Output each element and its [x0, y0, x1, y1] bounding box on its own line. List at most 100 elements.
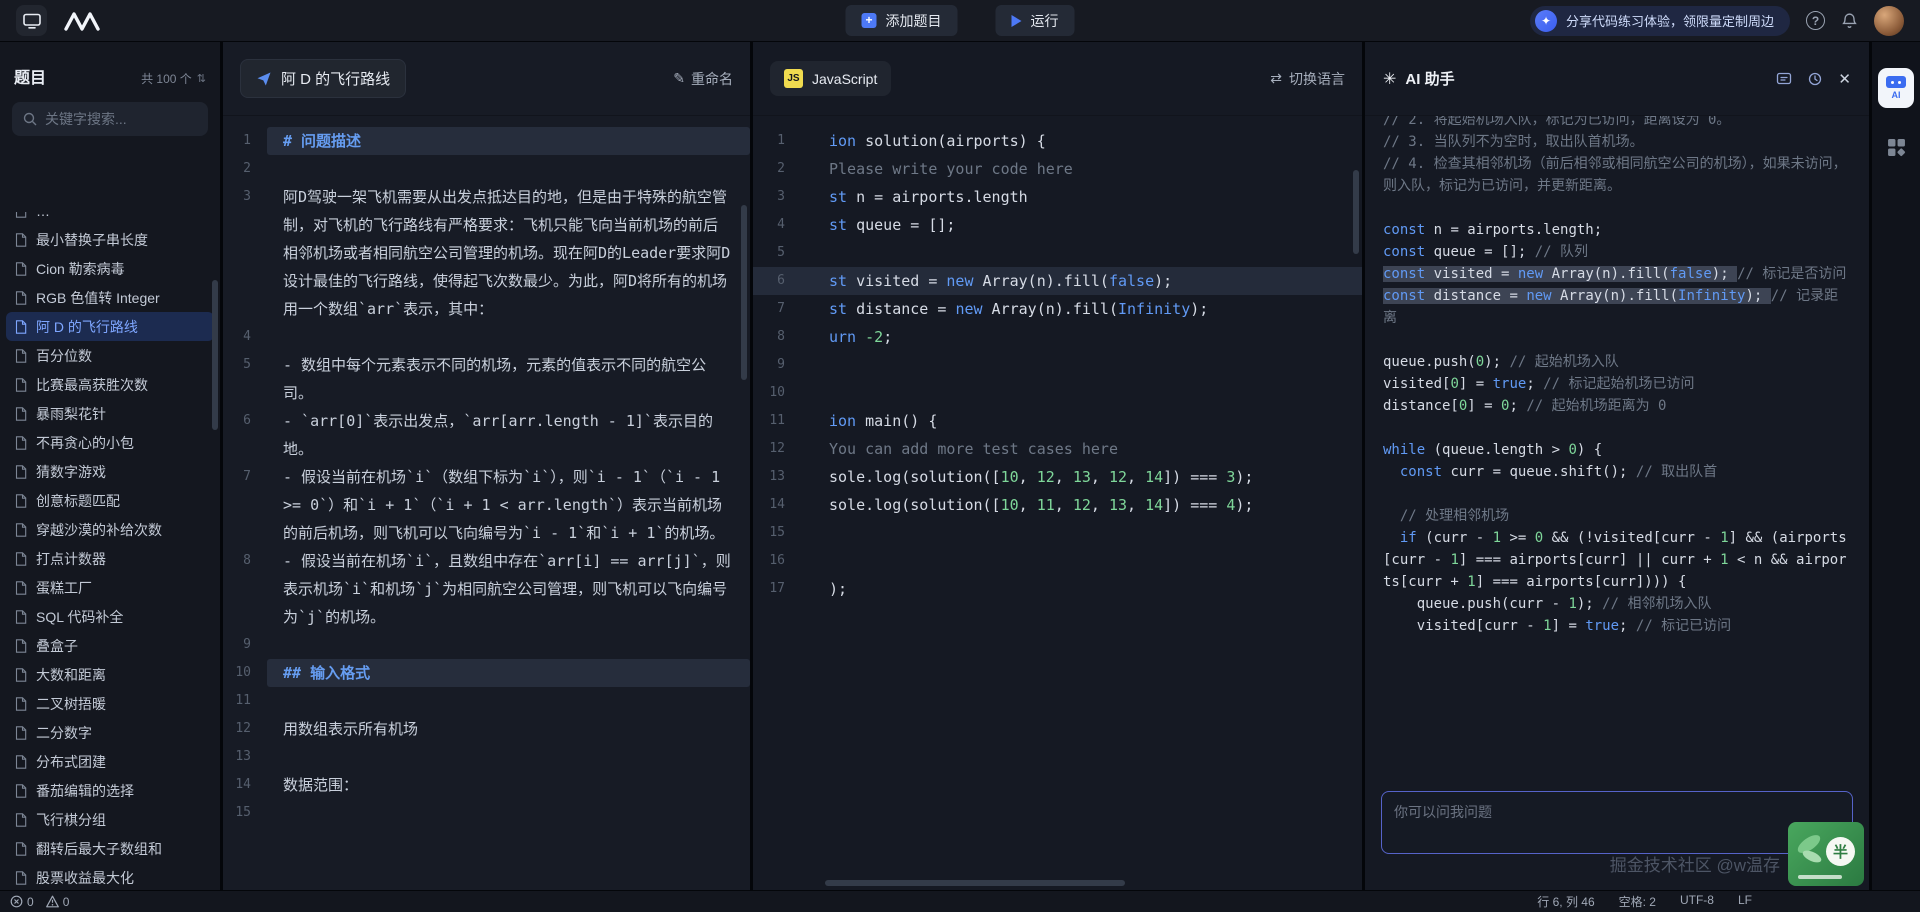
- markdown-line[interactable]: 14数据范围：: [223, 771, 750, 799]
- line-number: 9: [753, 351, 805, 379]
- history-icon[interactable]: [1807, 71, 1823, 87]
- code-text: sole.log(solution([10, 11, 12, 13, 14]) …: [805, 491, 1253, 519]
- markdown-line[interactable]: 8- 假设当前在机场`i`，且数组中存在`arr[i] == arr[j]`，则…: [223, 547, 750, 631]
- sidebar-item[interactable]: RGB 色值转 Integer: [6, 283, 214, 312]
- markdown-line[interactable]: 11: [223, 687, 750, 715]
- help-icon[interactable]: ?: [1806, 11, 1825, 30]
- markdown-text: [267, 743, 750, 771]
- sidebar-item[interactable]: 番茄编辑的选择: [6, 776, 214, 805]
- sidebar-item[interactable]: …: [6, 212, 214, 225]
- sidebar-item[interactable]: 飞行棋分组: [6, 805, 214, 834]
- sidebar-item[interactable]: 穿越沙漠的补给次数: [6, 515, 214, 544]
- markdown-text: - 假设当前在机场`i`（数组下标为`i`），则`i - 1`（`i - 1 >…: [267, 463, 750, 547]
- markdown-line[interactable]: 2: [223, 155, 750, 183]
- sidebar-item[interactable]: 二分数字: [6, 718, 214, 747]
- code-line[interactable]: 11ion main() {: [753, 407, 1362, 435]
- line-number: 1: [753, 127, 805, 155]
- sidebar-item[interactable]: 翻转后最大子数组和: [6, 834, 214, 863]
- editor-vertical-scrollbar[interactable]: [1353, 170, 1359, 254]
- problem-tab[interactable]: 阿 D 的飞行路线: [240, 59, 406, 98]
- code-line[interactable]: 2Please write your code here: [753, 155, 1362, 183]
- notifications-bell-icon[interactable]: [1841, 12, 1858, 29]
- markdown-line[interactable]: 5- 数组中每个元素表示不同的机场，元素的值表示不同的航空公司。: [223, 351, 750, 407]
- sidebar-item-label: 猜数字游戏: [36, 462, 106, 482]
- sidebar-item[interactable]: 不再贪心的小包: [6, 428, 214, 457]
- code-line[interactable]: 3st n = airports.length: [753, 183, 1362, 211]
- sidebar-item[interactable]: 猜数字游戏: [6, 457, 214, 486]
- sidebar-item[interactable]: 叠盒子: [6, 631, 214, 660]
- app-logo[interactable]: [16, 5, 47, 36]
- line-number: 12: [753, 435, 805, 463]
- code-line[interactable]: 10: [753, 379, 1362, 407]
- sidebar-item-label: 股票收益最大化: [36, 868, 134, 888]
- sidebar-item-label: 暴雨梨花针: [36, 404, 106, 424]
- code-line[interactable]: 5: [753, 239, 1362, 267]
- code-line[interactable]: 7st distance = new Array(n).fill(Infinit…: [753, 295, 1362, 323]
- sidebar-item[interactable]: 比赛最高获胜次数: [6, 370, 214, 399]
- sidebar-item[interactable]: 蛋糕工厂: [6, 573, 214, 602]
- sidebar-item[interactable]: 打点计数器: [6, 544, 214, 573]
- code-text: [805, 519, 829, 547]
- user-avatar[interactable]: [1874, 6, 1904, 36]
- code-line[interactable]: 14sole.log(solution([10, 11, 12, 13, 14]…: [753, 491, 1362, 519]
- markdown-line[interactable]: 10## 输入格式: [223, 659, 750, 687]
- code-line[interactable]: 15: [753, 519, 1362, 547]
- rename-button[interactable]: ✎ 重命名: [673, 69, 733, 89]
- plugins-icon[interactable]: [1887, 138, 1906, 162]
- code-line[interactable]: 17);: [753, 575, 1362, 603]
- markdown-line[interactable]: 13: [223, 743, 750, 771]
- sidebar-item[interactable]: 创意标题匹配: [6, 486, 214, 515]
- markdown-line[interactable]: 9: [223, 631, 750, 659]
- markdown-line[interactable]: 4: [223, 323, 750, 351]
- sidebar-item[interactable]: 分布式团建: [6, 747, 214, 776]
- code-line[interactable]: 6st visited = new Array(n).fill(false);: [753, 267, 1362, 295]
- code-content[interactable]: 1ion solution(airports) {2Please write y…: [753, 116, 1362, 890]
- markdown-content[interactable]: 1# 问题描述23阿D驾驶一架飞机需要从出发点抵达目的地，但是由于特殊的航空管制…: [223, 116, 750, 890]
- sidebar-item-label: 打点计数器: [36, 549, 106, 569]
- sort-icon[interactable]: ⇅: [197, 72, 206, 85]
- switch-language-button[interactable]: ⇄ 切换语言: [1270, 69, 1345, 89]
- markdown-text: [267, 799, 750, 827]
- problem-scrollbar[interactable]: [741, 205, 747, 380]
- language-tab[interactable]: JS JavaScript: [770, 61, 891, 96]
- markdown-line[interactable]: 6- `arr[0]`表示出发点，`arr[arr.length - 1]`表示…: [223, 407, 750, 463]
- sidebar-item[interactable]: 阿 D 的飞行路线: [6, 312, 214, 341]
- code-line[interactable]: 13sole.log(solution([10, 12, 13, 12, 14]…: [753, 463, 1362, 491]
- ai-assistant-toggle[interactable]: AI: [1878, 68, 1914, 108]
- add-problem-button[interactable]: + 添加题目: [846, 5, 958, 36]
- share-banner[interactable]: ✦ 分享代码练习体验，领限量定制周边: [1530, 6, 1790, 36]
- close-icon[interactable]: ✕: [1838, 70, 1851, 88]
- sidebar-item[interactable]: SQL 代码补全: [6, 602, 214, 631]
- sidebar-item[interactable]: 大数和距离: [6, 660, 214, 689]
- sidebar-item-label: 穿越沙漠的补给次数: [36, 520, 162, 540]
- chat-export-icon[interactable]: [1776, 71, 1792, 87]
- code-line[interactable]: 12You can add more test cases here: [753, 435, 1362, 463]
- sidebar-item[interactable]: 百分位数: [6, 341, 214, 370]
- code-line[interactable]: 4st queue = [];: [753, 211, 1362, 239]
- sidebar-item[interactable]: 二叉树捂暖: [6, 689, 214, 718]
- warning-count-value: 0: [63, 895, 70, 909]
- editor-horizontal-scrollbar[interactable]: [825, 880, 1125, 886]
- markdown-line[interactable]: 3阿D驾驶一架飞机需要从出发点抵达目的地，但是由于特殊的航空管制，对飞机的飞行路…: [223, 183, 750, 323]
- sidebar-item[interactable]: 暴雨梨花针: [6, 399, 214, 428]
- right-rail: AI: [1872, 42, 1920, 890]
- code-text: st n = airports.length: [805, 183, 1028, 211]
- code-line[interactable]: 16: [753, 547, 1362, 575]
- search-box[interactable]: 关键字搜索...: [12, 102, 208, 136]
- marscode-logo[interactable]: [64, 11, 100, 31]
- code-line[interactable]: 9: [753, 351, 1362, 379]
- markdown-line[interactable]: 7- 假设当前在机场`i`（数组下标为`i`），则`i - 1`（`i - 1 …: [223, 463, 750, 547]
- markdown-line[interactable]: 15: [223, 799, 750, 827]
- run-button[interactable]: 运行: [996, 5, 1075, 36]
- file-icon: [15, 784, 27, 798]
- sidebar-item[interactable]: 最小替换子串长度: [6, 225, 214, 254]
- markdown-line[interactable]: 12用数组表示所有机场: [223, 715, 750, 743]
- code-line[interactable]: 1ion solution(airports) {: [753, 127, 1362, 155]
- code-line[interactable]: 8urn -2;: [753, 323, 1362, 351]
- file-icon: [15, 465, 27, 479]
- sidebar-item[interactable]: 股票收益最大化: [6, 863, 214, 890]
- sidebar-item-label: 飞行棋分组: [36, 810, 106, 830]
- sidebar-item[interactable]: Cion 勒索病毒: [6, 254, 214, 283]
- markdown-line[interactable]: 1# 问题描述: [223, 127, 750, 155]
- sidebar-scrollbar[interactable]: [212, 280, 218, 430]
